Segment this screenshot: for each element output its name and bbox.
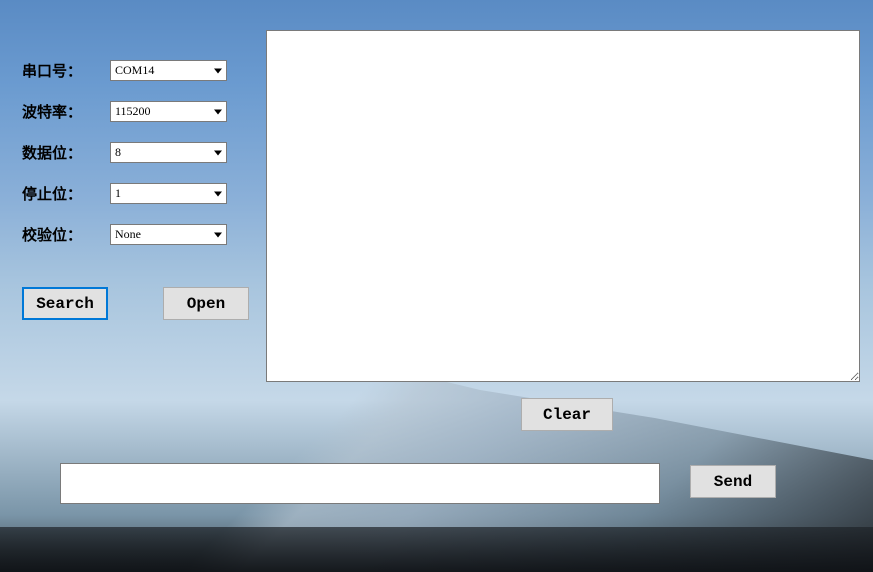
- parity-select[interactable]: None: [110, 224, 227, 245]
- chevron-down-icon: [214, 68, 222, 73]
- stopbits-select[interactable]: 1: [110, 183, 227, 204]
- databits-select[interactable]: 8: [110, 142, 227, 163]
- chevron-down-icon: [214, 191, 222, 196]
- search-button[interactable]: Search: [22, 287, 108, 320]
- port-select[interactable]: COM14: [110, 60, 227, 81]
- clear-button[interactable]: Clear: [521, 398, 613, 431]
- open-button[interactable]: Open: [163, 287, 249, 320]
- serial-config-panel: 串口号： COM14 波特率： 115200 数据位： 8 停止位： 1 校验位…: [22, 60, 227, 265]
- databits-value: 8: [115, 145, 121, 160]
- stopbits-value: 1: [115, 186, 121, 201]
- baud-label: 波特率：: [22, 101, 110, 122]
- parity-value: None: [115, 227, 141, 242]
- baud-value: 115200: [115, 104, 151, 119]
- chevron-down-icon: [214, 150, 222, 155]
- chevron-down-icon: [214, 109, 222, 114]
- port-label: 串口号：: [22, 60, 110, 81]
- databits-label: 数据位：: [22, 142, 110, 163]
- parity-label: 校验位：: [22, 224, 110, 245]
- chevron-down-icon: [214, 232, 222, 237]
- send-button[interactable]: Send: [690, 465, 776, 498]
- send-input[interactable]: [60, 463, 660, 504]
- port-value: COM14: [115, 63, 154, 78]
- stopbits-label: 停止位：: [22, 183, 110, 204]
- output-textarea[interactable]: [266, 30, 860, 382]
- baud-select[interactable]: 115200: [110, 101, 227, 122]
